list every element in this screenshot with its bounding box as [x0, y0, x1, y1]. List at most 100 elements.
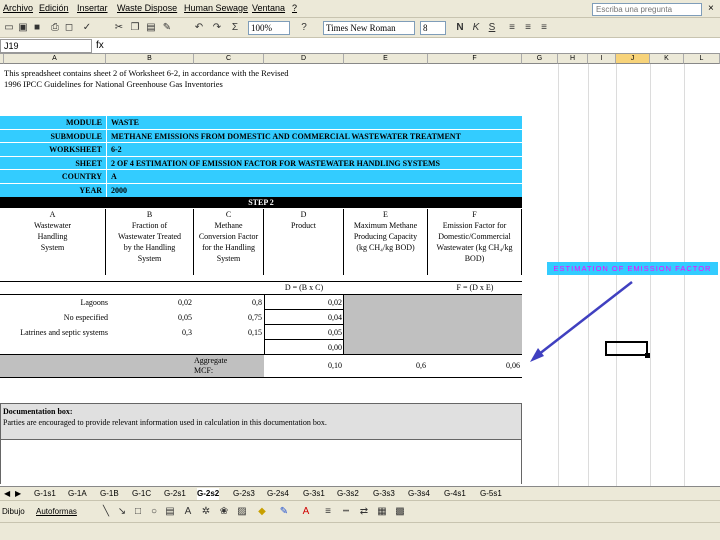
- line-style-icon[interactable]: ≡: [322, 506, 334, 518]
- cell-b[interactable]: 0,05: [178, 312, 192, 324]
- tab-g-2s2[interactable]: G-2s2: [197, 488, 220, 500]
- clipart-icon[interactable]: ❀: [218, 506, 230, 518]
- header-row-country: COUNTRY A: [0, 170, 522, 184]
- sigma-icon[interactable]: Σ: [229, 22, 241, 34]
- help-icon[interactable]: ?: [298, 22, 310, 34]
- tab-g-2s3[interactable]: G-2s3: [233, 488, 255, 500]
- align-center-icon[interactable]: ≡: [522, 22, 534, 34]
- textbox-icon[interactable]: ▤: [164, 506, 176, 518]
- fill-color-icon[interactable]: ◆: [256, 506, 268, 518]
- draw-menu[interactable]: Dibujo: [2, 507, 25, 516]
- documentation-box[interactable]: Documentation box: Parties are encourage…: [0, 403, 522, 440]
- selected-cell-j19[interactable]: [605, 341, 648, 356]
- fill-handle[interactable]: [645, 353, 650, 358]
- diagram-icon[interactable]: ✲: [200, 506, 212, 518]
- col-header-a[interactable]: A: [4, 54, 106, 64]
- col-header-l[interactable]: L: [684, 54, 720, 64]
- header-row-sheet: SHEET 2 OF 4 ESTIMATION OF EMISSION FACT…: [0, 157, 522, 170]
- font-name-select[interactable]: Times New Roman: [323, 21, 415, 35]
- tab-nav-first-icon[interactable]: ◀: [4, 488, 10, 500]
- tab-g-2s4[interactable]: G-2s4: [267, 488, 289, 500]
- cell-c[interactable]: 0,8: [252, 297, 262, 309]
- aggregate-label-line2: MCF:: [194, 366, 214, 375]
- picture-icon[interactable]: ▨: [236, 506, 248, 518]
- tab-g-2s1[interactable]: G-2s1: [164, 488, 186, 500]
- col-header-g[interactable]: G: [522, 54, 558, 64]
- paste-icon[interactable]: ▤: [145, 22, 157, 34]
- line-icon[interactable]: ╲: [100, 506, 112, 518]
- col-header-j[interactable]: J: [616, 54, 650, 64]
- arrow-style-icon[interactable]: ⇄: [358, 506, 370, 518]
- tab-g-3s2[interactable]: G-3s2: [337, 488, 359, 500]
- menu-insertar[interactable]: Insertar: [77, 3, 108, 13]
- cell-b[interactable]: 0,3: [182, 327, 192, 339]
- font-color-icon[interactable]: A: [300, 506, 312, 518]
- undo-icon[interactable]: ↶: [193, 22, 205, 34]
- tab-g-1s1[interactable]: G-1s1: [34, 488, 56, 500]
- header-row-module: MODULE WASTE: [0, 116, 522, 130]
- copy-icon[interactable]: ❐: [129, 22, 141, 34]
- wordart-icon[interactable]: A: [182, 506, 194, 518]
- save-icon[interactable]: ■: [31, 22, 43, 34]
- col-header-b[interactable]: B: [106, 54, 194, 64]
- col-header-c[interactable]: C: [194, 54, 264, 64]
- 3d-icon[interactable]: ▩: [394, 506, 406, 518]
- line-color-icon[interactable]: ✎: [278, 506, 290, 518]
- menu-ventana[interactable]: Ventana: [252, 3, 285, 13]
- col-header-i[interactable]: I: [588, 54, 616, 64]
- underline-icon[interactable]: S: [486, 22, 498, 34]
- spelling-icon[interactable]: ✓: [81, 22, 93, 34]
- cut-icon[interactable]: ✂: [113, 22, 125, 34]
- menu-waste-dispose[interactable]: Waste Dispose: [117, 3, 177, 13]
- close-icon[interactable]: ×: [708, 3, 714, 14]
- menu-archivo[interactable]: Archivo: [3, 3, 33, 13]
- dash-style-icon[interactable]: ┅: [340, 506, 352, 518]
- heading-text: Product: [291, 221, 316, 230]
- col-header-e[interactable]: E: [344, 54, 428, 64]
- redo-icon[interactable]: ↷: [211, 22, 223, 34]
- col-header-k[interactable]: K: [650, 54, 684, 64]
- shadow-icon[interactable]: ▦: [376, 506, 388, 518]
- formula-d: D = (B x C): [284, 283, 324, 292]
- tab-g-3s1[interactable]: G-3s1: [303, 488, 325, 500]
- tab-nav-next-icon[interactable]: ▶: [15, 488, 21, 500]
- print-icon[interactable]: ⎙: [49, 22, 61, 34]
- menu-help[interactable]: ?: [292, 3, 297, 13]
- tab-g-1a[interactable]: G-1A: [68, 488, 87, 500]
- rectangle-icon[interactable]: □: [132, 506, 144, 518]
- tab-g-1c[interactable]: G-1C: [132, 488, 151, 500]
- fx-icon[interactable]: fx: [96, 40, 104, 51]
- menu-human-sewage[interactable]: Human Sewage: [184, 3, 248, 13]
- name-box[interactable]: J19: [0, 39, 92, 53]
- preview-icon[interactable]: ◻: [63, 22, 75, 34]
- bold-icon[interactable]: N: [454, 22, 466, 34]
- cell-b[interactable]: 0,02: [178, 297, 192, 309]
- arrow-icon[interactable]: ↘: [116, 506, 128, 518]
- doc-input-area[interactable]: [0, 440, 522, 484]
- align-right-icon[interactable]: ≡: [538, 22, 550, 34]
- align-left-icon[interactable]: ≡: [506, 22, 518, 34]
- tab-g-3s4[interactable]: G-3s4: [408, 488, 430, 500]
- cell-c[interactable]: 0,75: [248, 312, 262, 324]
- zoom-select[interactable]: 100%: [248, 21, 290, 35]
- tab-g-1b[interactable]: G-1B: [100, 488, 119, 500]
- italic-icon[interactable]: K: [470, 22, 482, 34]
- new-icon[interactable]: ▭: [3, 22, 15, 34]
- format-painter-icon[interactable]: ✎: [161, 22, 173, 34]
- tab-g-3s3[interactable]: G-3s3: [373, 488, 395, 500]
- help-search-input[interactable]: [592, 3, 702, 16]
- col-header-f[interactable]: F: [428, 54, 522, 64]
- tab-g-4s1[interactable]: G-4s1: [444, 488, 466, 500]
- heading-letter: E: [383, 210, 388, 219]
- aggregate-e[interactable]: 0,6: [416, 361, 426, 370]
- oval-icon[interactable]: ○: [148, 506, 160, 518]
- open-icon[interactable]: ▣: [17, 22, 29, 34]
- col-header-d[interactable]: D: [264, 54, 344, 64]
- autoshapes-menu[interactable]: Autoformas: [36, 507, 77, 516]
- col-header-h[interactable]: H: [558, 54, 588, 64]
- menu-edicion[interactable]: Edición: [39, 3, 69, 13]
- cell-c[interactable]: 0,15: [248, 327, 262, 339]
- tab-g-5s1[interactable]: G-5s1: [480, 488, 502, 500]
- intro-text: This spreadsheet contains sheet 2 of Wor…: [4, 68, 289, 89]
- font-size-select[interactable]: 8: [420, 21, 446, 35]
